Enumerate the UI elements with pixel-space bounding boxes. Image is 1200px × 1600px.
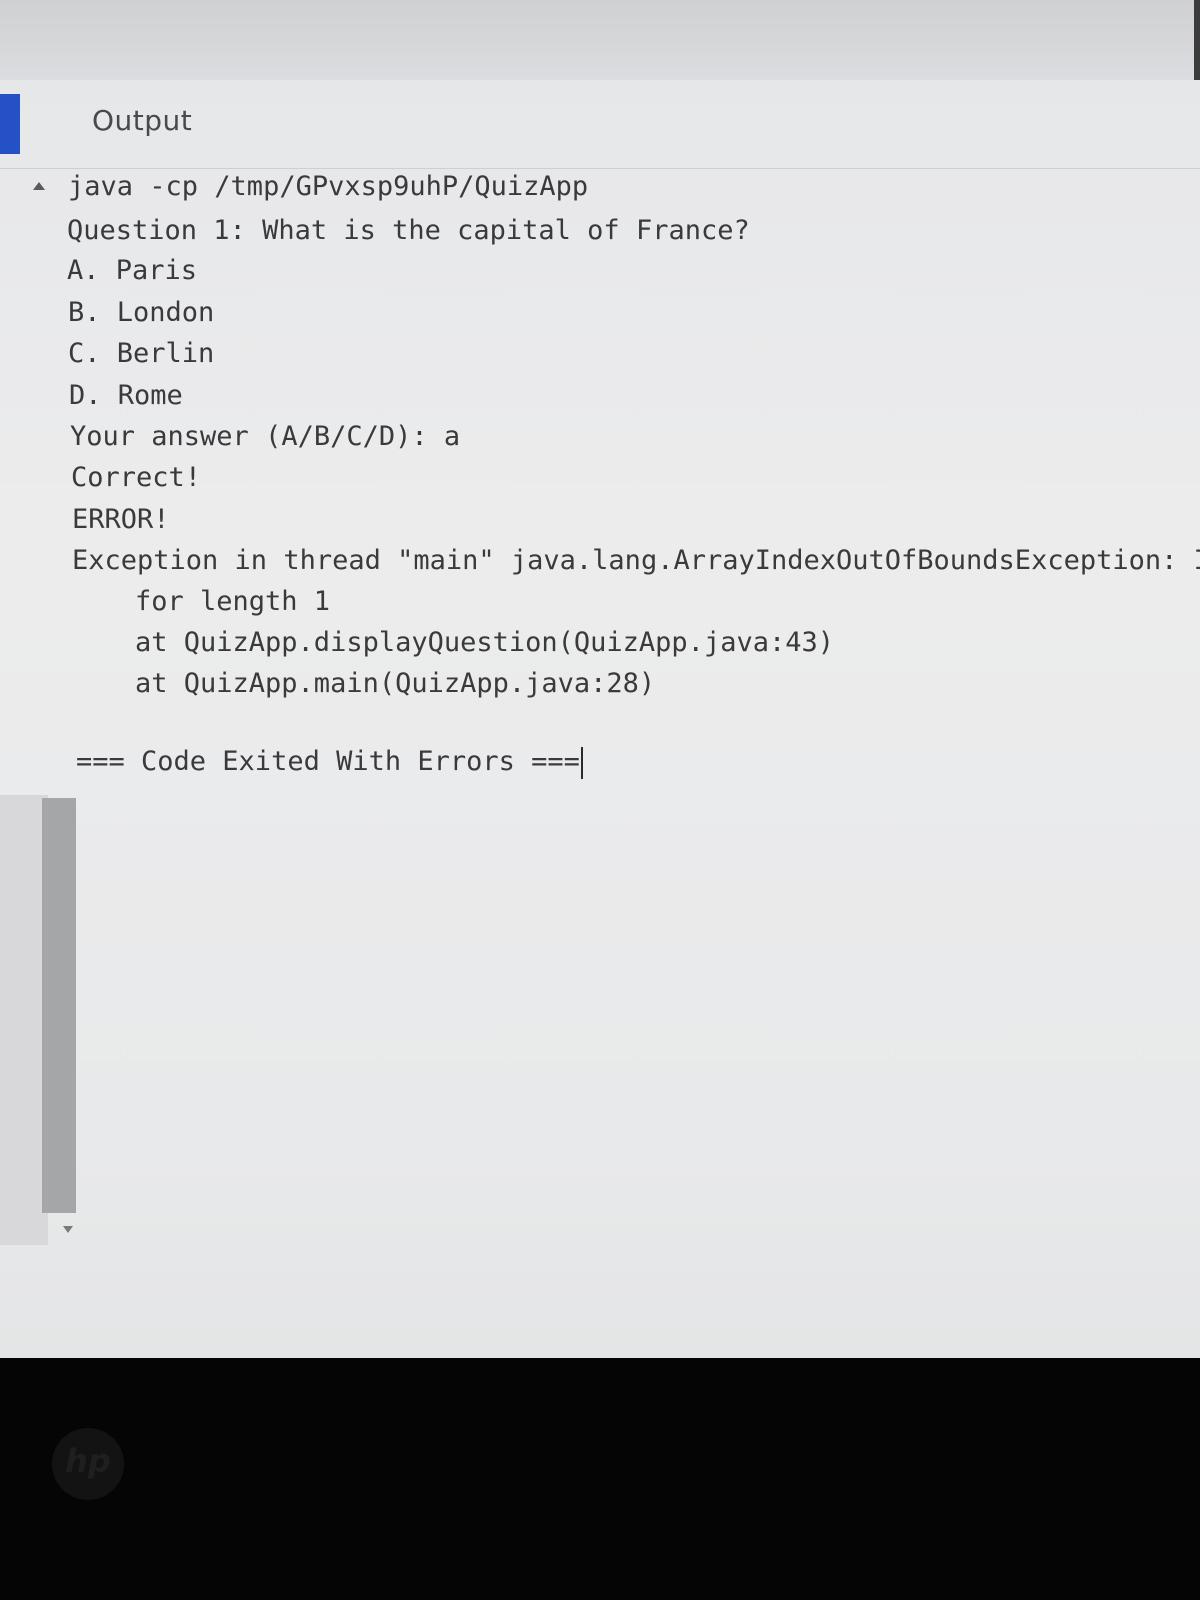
- console-line-error: ERROR!: [72, 504, 170, 535]
- caret-up-icon[interactable]: [33, 182, 45, 190]
- console-line-stack-1: at QuizApp.displayQuestion(QuizApp.java:…: [135, 627, 834, 658]
- text-cursor: [580, 746, 583, 779]
- output-panel-title[interactable]: Output: [92, 104, 192, 137]
- hp-logo-text: hp: [65, 1442, 111, 1480]
- console-line-answer-prompt: Your answer (A/B/C/D): a: [70, 421, 461, 452]
- screen: Output java -cp /tmp/GPvxsp9uhP/QuizApp …: [0, 0, 1200, 1358]
- console-line-question: Question 1: What is the capital of Franc…: [67, 215, 750, 246]
- output-console[interactable]: java -cp /tmp/GPvxsp9uhP/QuizApp Questio…: [0, 168, 1200, 1358]
- window-edge: [1194, 0, 1200, 80]
- console-line-option-c: C. Berlin: [68, 338, 215, 369]
- console-line-exception: Exception in thread "main" java.lang.Arr…: [72, 545, 1200, 576]
- console-line-correct: Correct!: [71, 462, 202, 493]
- scrollbar-track[interactable]: [0, 795, 48, 1245]
- caret-down-icon[interactable]: [63, 1226, 73, 1233]
- exit-status-text: === Code Exited With Errors ===: [76, 746, 580, 777]
- console-line-option-b: B. London: [68, 297, 215, 328]
- active-panel-indicator: [0, 94, 20, 154]
- console-line-exit-status: === Code Exited With Errors ===: [76, 745, 583, 779]
- console-line-stack-2: at QuizApp.main(QuizApp.java:28): [135, 668, 656, 699]
- console-line-command: java -cp /tmp/GPvxsp9uhP/QuizApp: [68, 171, 589, 202]
- console-line-exception-cont: for length 1: [135, 586, 331, 617]
- console-line-option-d: D. Rome: [69, 380, 183, 411]
- console-line-option-a: A. Paris: [67, 255, 198, 286]
- hp-logo: hp: [52, 1428, 124, 1500]
- scrollbar-thumb[interactable]: [42, 798, 76, 1213]
- window-top-strip: [0, 0, 1200, 80]
- laptop-bezel: [0, 1358, 1200, 1600]
